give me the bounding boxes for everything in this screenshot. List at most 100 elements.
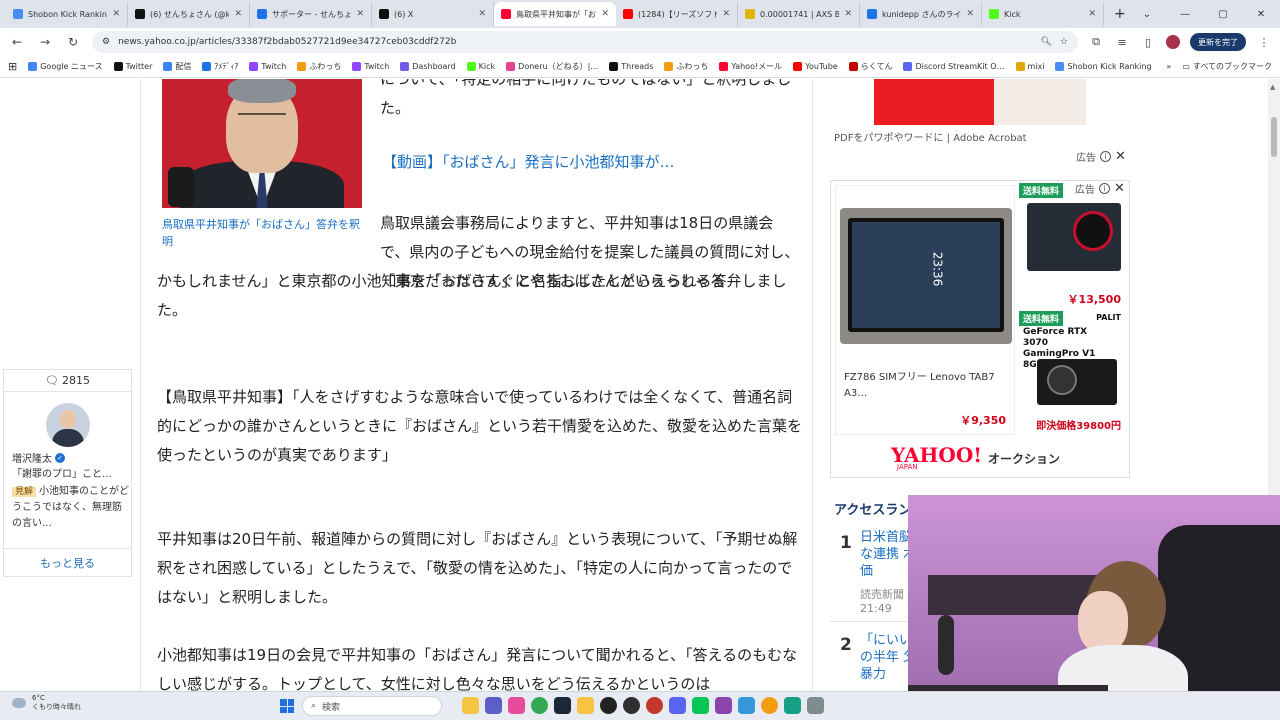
bookmark-label: Discord StreamKit O… (915, 62, 1005, 71)
bookmark-label: ふわっち (676, 62, 709, 71)
tab-close-icon[interactable]: ✕ (234, 9, 242, 19)
bookmark-item[interactable]: らくてん (848, 61, 892, 72)
bookmark-item[interactable]: ふわっち (664, 61, 708, 72)
reload-icon[interactable]: ↻ (64, 35, 82, 49)
comment-excerpt[interactable]: 見解 小池知事のことがどうこうではなく、無理筋の言い… (12, 484, 130, 532)
bookmark-item[interactable]: Threads (609, 62, 653, 71)
comment-count[interactable]: 🗨︎ 2815 (4, 370, 131, 392)
tab-close-icon[interactable]: ✕ (844, 9, 852, 19)
tab-list: Shobon Kick Ranking✕(6) せんちょさん (@kur…✕サポ… (6, 0, 1104, 28)
app-icon[interactable] (738, 697, 755, 714)
chrome-icon[interactable] (531, 697, 548, 714)
tab-6[interactable]: 0.00001741 | AXS BTC… ✕ (738, 2, 860, 26)
article-photo[interactable] (162, 79, 362, 208)
side-panel-icon[interactable]: ▯ (1140, 36, 1156, 49)
app-icon[interactable] (784, 697, 801, 714)
bookmark-item[interactable]: Discord StreamKit O… (903, 62, 1005, 71)
scrollbar-thumb[interactable] (1271, 117, 1277, 157)
ad-info-icon[interactable]: i (1100, 151, 1111, 162)
bookmark-item[interactable]: Google ニュース (28, 61, 103, 72)
product-card[interactable]: 送料無料 ￥13,500 (1019, 183, 1127, 307)
bookmark-item[interactable]: Twitch (352, 62, 389, 71)
tab-2[interactable]: サポーター - せんちょさん ✕ (250, 2, 372, 26)
ad-close-icon[interactable]: ✕ (1115, 149, 1126, 164)
app-icon[interactable] (485, 697, 502, 714)
photo-caption[interactable]: 鳥取県平井知事が「おばさん」答弁を釈明 (162, 216, 362, 250)
reading-list-icon[interactable]: ≡ (1114, 36, 1130, 49)
line-icon[interactable] (692, 697, 709, 714)
tab-8[interactable]: Kick ✕ (982, 2, 1104, 26)
commenter-name[interactable]: 増沢隆太 ✓ (12, 450, 65, 465)
weather-widget[interactable]: 6°C くもり時々晴れ (12, 694, 81, 712)
forward-icon[interactable]: → (36, 35, 54, 49)
minimize-button[interactable]: — (1166, 9, 1204, 20)
tab-1[interactable]: (6) せんちょさん (@kur… ✕ (128, 2, 250, 26)
bookmark-item[interactable]: YouTube (793, 62, 838, 71)
bookmark-item[interactable]: Twitch (249, 62, 286, 71)
bookmark-item[interactable]: ｱﾒﾃﾞｨｱ (202, 61, 238, 72)
tab-close-icon[interactable]: ✕ (601, 9, 609, 19)
app-icon[interactable] (761, 697, 778, 714)
bookmark-item[interactable]: Dashboard (400, 62, 456, 71)
see-more-link[interactable]: もっと見る (4, 548, 131, 577)
tab-5[interactable]: (1284)【リーズソフト… ✕ (616, 2, 738, 26)
extensions-icon[interactable]: ⧉ (1088, 35, 1104, 49)
tab-3[interactable]: (6) X ✕ (372, 2, 494, 26)
bookmark-item[interactable]: Doneru（どねる）|… (506, 61, 598, 72)
site-info-icon[interactable]: ⚙ (102, 37, 110, 47)
bookmark-star-icon[interactable]: ☆ (1060, 37, 1068, 47)
bookmark-favicon-icon (609, 62, 619, 71)
app-icon[interactable] (646, 697, 663, 714)
close-window-button[interactable]: ✕ (1242, 9, 1280, 20)
tab-close-icon[interactable]: ✕ (722, 9, 730, 19)
maximize-button[interactable]: ▢ (1204, 9, 1242, 20)
bookmarks-overflow-icon[interactable]: » (1166, 62, 1171, 71)
tab-0[interactable]: Shobon Kick Ranking ✕ (6, 2, 128, 26)
profile-avatar[interactable] (1166, 35, 1180, 49)
url-text[interactable]: news.yahoo.co.jp/articles/33387f2bdab052… (118, 37, 1032, 47)
taskbar-search[interactable]: ⌕ 検索 (302, 696, 442, 716)
video-link[interactable]: 【動画】「おばさん」発言に小池都知事が… (382, 151, 675, 172)
browser-toolbar: ← → ↻ ⚙ news.yahoo.co.jp/articles/33387f… (0, 28, 1280, 56)
bookmark-item[interactable]: Twitter (113, 62, 152, 71)
obs-icon[interactable] (623, 697, 640, 714)
update-button[interactable]: 更新を完了 (1190, 33, 1246, 51)
menu-icon[interactable]: ⋮ (1256, 36, 1272, 49)
app-icon[interactable] (508, 697, 525, 714)
app-icon[interactable] (807, 697, 824, 714)
folder-icon[interactable] (577, 697, 594, 714)
app-icon[interactable] (462, 697, 479, 714)
apps-grid-icon[interactable]: ⊞ (8, 60, 17, 73)
product-card[interactable]: 送料無料 PALIT GeForce RTX 3070 GamingPro V1… (1019, 311, 1127, 435)
tab-4[interactable]: 鳥取県平井知事が「お… ✕ (494, 2, 616, 26)
bookmark-item[interactable]: ふわっち (297, 61, 341, 72)
back-icon[interactable]: ← (8, 35, 26, 49)
app-icon[interactable] (715, 697, 732, 714)
bookmark-item[interactable]: Kick (466, 62, 495, 71)
tab-close-icon[interactable]: ✕ (1088, 9, 1096, 19)
tab-7[interactable]: kunidepp さんのライブ… ✕ (860, 2, 982, 26)
tab-close-icon[interactable]: ✕ (478, 9, 486, 19)
tab-close-icon[interactable]: ✕ (966, 9, 974, 19)
zoom-icon[interactable]: 🔍︎ (1040, 37, 1051, 47)
bookmark-item[interactable]: mixi (1015, 62, 1044, 71)
steam-icon[interactable] (554, 697, 571, 714)
app-icon[interactable] (600, 697, 617, 714)
bookmark-item[interactable]: Yahoo!メール (719, 61, 782, 72)
start-button[interactable] (280, 699, 294, 713)
commenter-avatar[interactable] (46, 403, 90, 447)
article-paragraph: 小池都知事は19日の会見で平井知事の「おばさん」発言について聞かれると、「答える… (157, 646, 798, 691)
yahoo-auction-logo[interactable]: YAHOO! JAPAN オークション (891, 443, 1060, 473)
product-card[interactable]: 23:36 FZ786 SIMフリー Lenovo TAB7 A3… ￥9,35… (835, 185, 1015, 435)
ad-banner-image[interactable] (874, 79, 1086, 125)
tab-search-icon[interactable]: ⌄ (1128, 9, 1166, 20)
bookmark-item[interactable]: 配信 (163, 61, 191, 72)
tab-close-icon[interactable]: ✕ (112, 9, 120, 19)
bookmark-item[interactable]: Shobon Kick Ranking (1055, 62, 1152, 71)
all-bookmarks-folder[interactable]: ▭ すべてのブックマーク (1182, 61, 1272, 72)
scroll-up-icon[interactable]: ▲ (1270, 83, 1275, 91)
tab-close-icon[interactable]: ✕ (356, 9, 364, 19)
discord-icon[interactable] (669, 697, 686, 714)
address-bar[interactable]: ⚙ news.yahoo.co.jp/articles/33387f2bdab0… (92, 31, 1078, 53)
ad-caption[interactable]: PDFをパワポやワードに | Adobe Acrobat (834, 129, 1027, 144)
